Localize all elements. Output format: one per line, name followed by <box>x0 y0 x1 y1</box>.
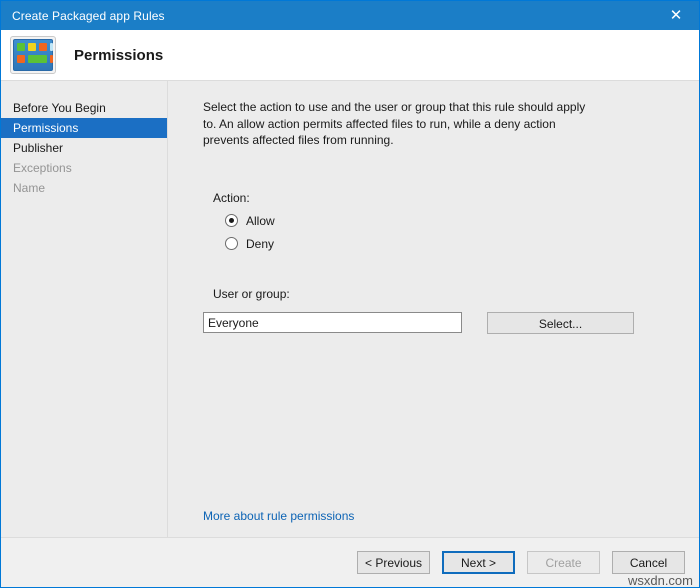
more-about-rule-permissions-link[interactable]: More about rule permissions <box>203 509 354 523</box>
user-or-group-input[interactable] <box>203 312 462 333</box>
radio-allow-icon[interactable] <box>225 214 238 227</box>
radio-deny-label: Deny <box>246 236 275 251</box>
sidebar-item-name: Name <box>13 181 46 195</box>
sidebar-item-permissions[interactable]: Permissions <box>1 118 167 138</box>
next-button[interactable]: Next > <box>442 551 515 574</box>
dialog-footer: < Previous Next > Create Cancel wsxdn.co… <box>1 537 699 588</box>
select-button[interactable]: Select... <box>487 311 634 334</box>
radio-allow-label: Allow <box>246 213 275 228</box>
user-or-group-row: Select... <box>203 311 699 334</box>
cancel-button[interactable]: Cancel <box>612 551 685 574</box>
radio-option-deny[interactable]: Deny <box>225 237 699 251</box>
action-group: Action: Allow Deny <box>168 191 699 251</box>
packaged-app-icon <box>10 36 56 74</box>
window-title: Create Packaged app Rules <box>12 8 165 23</box>
content-panel: Select the action to use and the user or… <box>168 81 699 537</box>
user-or-group-label: User or group: <box>213 286 290 301</box>
dialog-body: Before You Begin Permissions Publisher E… <box>1 80 699 537</box>
sidebar-item-before-you-begin[interactable]: Before You Begin <box>1 98 167 118</box>
radio-deny-icon[interactable] <box>225 237 238 250</box>
sidebar-item-exceptions: Exceptions <box>13 161 72 175</box>
previous-button[interactable]: < Previous <box>357 551 430 574</box>
dialog-header: Permissions <box>1 30 699 80</box>
create-packaged-app-rules-dialog: Create Packaged app Rules ✕ Permissions … <box>0 0 700 588</box>
radio-option-allow[interactable]: Allow <box>225 214 699 228</box>
create-button: Create <box>527 551 600 574</box>
wizard-steps-sidebar: Before You Begin Permissions Publisher E… <box>1 81 168 537</box>
title-bar: Create Packaged app Rules ✕ <box>1 1 699 30</box>
sidebar-item-publisher[interactable]: Publisher <box>1 138 167 158</box>
user-or-group-group: User or group: Select... <box>168 287 699 334</box>
page-title: Permissions <box>74 46 164 64</box>
watermark: wsxdn.com <box>627 573 693 588</box>
description-text: Select the action to use and the user or… <box>203 100 586 147</box>
close-icon[interactable]: ✕ <box>653 1 699 30</box>
action-label: Action: <box>213 190 250 205</box>
